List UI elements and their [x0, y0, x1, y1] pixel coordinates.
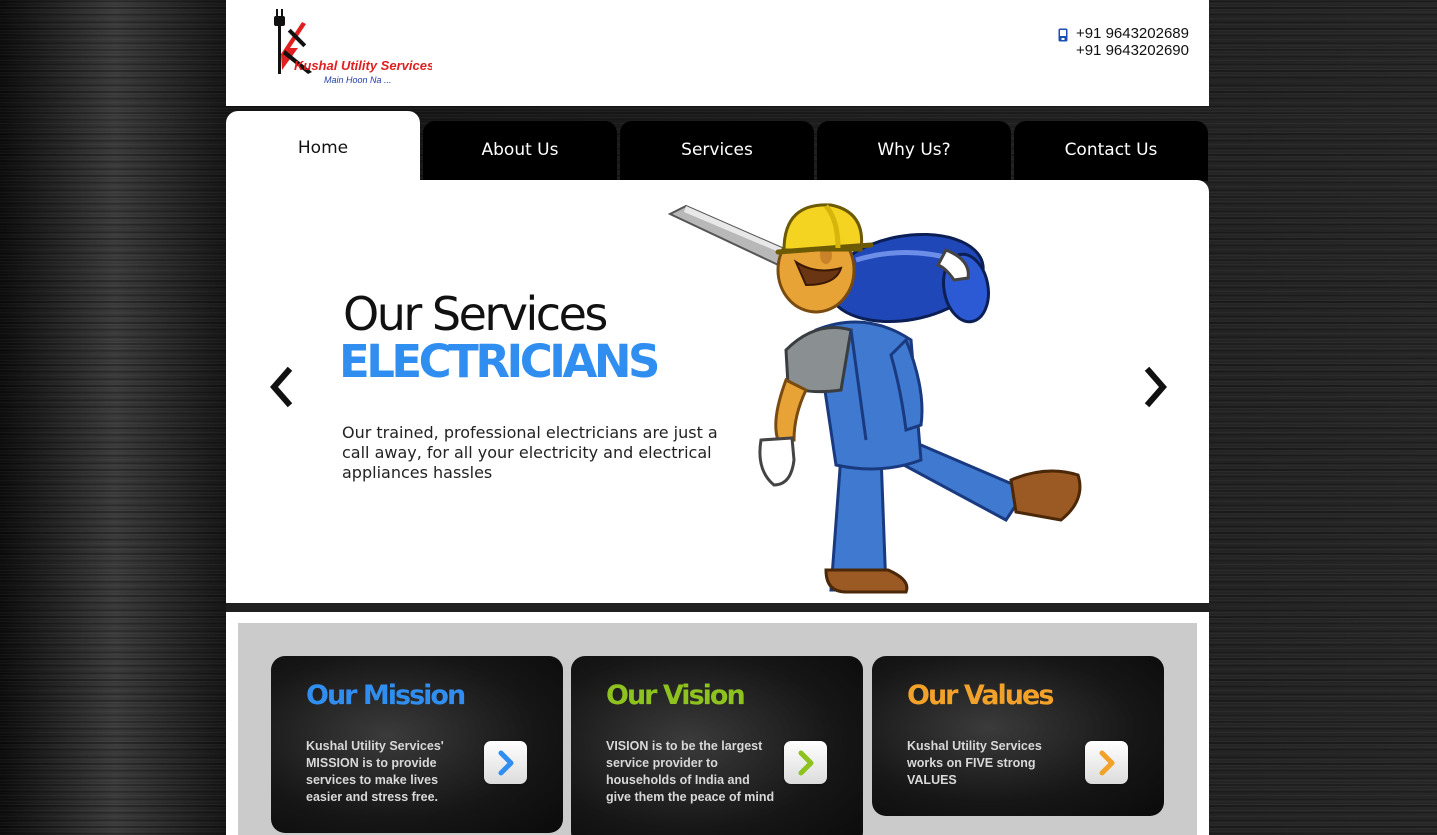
contact-phones: +91 9643202689 +91 9643202690 — [1058, 25, 1189, 59]
nav-tab-why-us[interactable]: Why Us? — [817, 121, 1011, 181]
chevron-right-icon — [498, 750, 513, 775]
logo-tagline: Main Hoon Na ... — [324, 75, 392, 85]
site-logo[interactable]: Kushal Utility Services Main Hoon Na ... — [272, 6, 434, 88]
phone-number-2[interactable]: +91 9643202690 — [1076, 42, 1189, 59]
slide-title: Our Services — [343, 287, 608, 341]
nav-tab-services[interactable]: Services — [620, 121, 814, 181]
slider-prev-button[interactable] — [266, 365, 296, 409]
mission-text: Kushal Utility Services' MISSION is to p… — [306, 739, 444, 804]
values-title: Our Values — [907, 680, 1054, 711]
phone-row-2: +91 9643202690 — [1058, 42, 1189, 59]
nav-tab-contact-us[interactable]: Contact Us — [1014, 121, 1208, 181]
site-header: Kushal Utility Services Main Hoon Na ...… — [226, 0, 1209, 106]
values-text: Kushal Utility Services works on FIVE st… — [907, 739, 1042, 787]
chevron-right-icon — [798, 750, 813, 775]
mission-title: Our Mission — [306, 680, 466, 711]
nav-tab-about-us[interactable]: About Us — [423, 121, 617, 181]
logo-brand-text: Kushal Utility Services — [294, 58, 432, 73]
vision-title: Our Vision — [606, 680, 746, 711]
info-panel: Our Mission Kushal Utility Services' MIS… — [238, 623, 1197, 835]
hero-slider: Our Services ELECTRICIANS Our trained, p… — [226, 180, 1209, 603]
slide-subtitle: ELECTRICIANS — [339, 335, 660, 388]
main-navigation: Home About Us Services Why Us? Contact U… — [226, 111, 1209, 181]
mobile-phone-icon — [1058, 27, 1068, 41]
mission-more-button[interactable] — [484, 741, 527, 784]
values-card: Our Values Kushal Utility Services works… — [872, 656, 1164, 816]
vision-text: VISION is to be the largest service prov… — [606, 739, 775, 804]
chevron-right-icon — [1144, 366, 1167, 408]
phone-row-1: +91 9643202689 — [1058, 25, 1189, 42]
values-more-button[interactable] — [1085, 741, 1128, 784]
chevron-right-icon — [1099, 750, 1114, 775]
mission-card: Our Mission Kushal Utility Services' MIS… — [271, 656, 563, 833]
electrician-illustration — [666, 190, 1096, 595]
phone-number-1[interactable]: +91 9643202689 — [1076, 25, 1189, 42]
nav-tab-home[interactable]: Home — [226, 111, 420, 181]
logo-mark-icon: Kushal Utility Services Main Hoon Na ... — [274, 9, 434, 85]
info-section: Our Mission Kushal Utility Services' MIS… — [226, 612, 1209, 835]
vision-card: Our Vision VISION is to be the largest s… — [571, 656, 863, 835]
vision-more-button[interactable] — [784, 741, 827, 784]
page-container: Kushal Utility Services Main Hoon Na ...… — [226, 0, 1209, 835]
chevron-left-icon — [270, 366, 293, 408]
section-divider — [226, 603, 1209, 612]
slider-next-button[interactable] — [1141, 365, 1171, 409]
